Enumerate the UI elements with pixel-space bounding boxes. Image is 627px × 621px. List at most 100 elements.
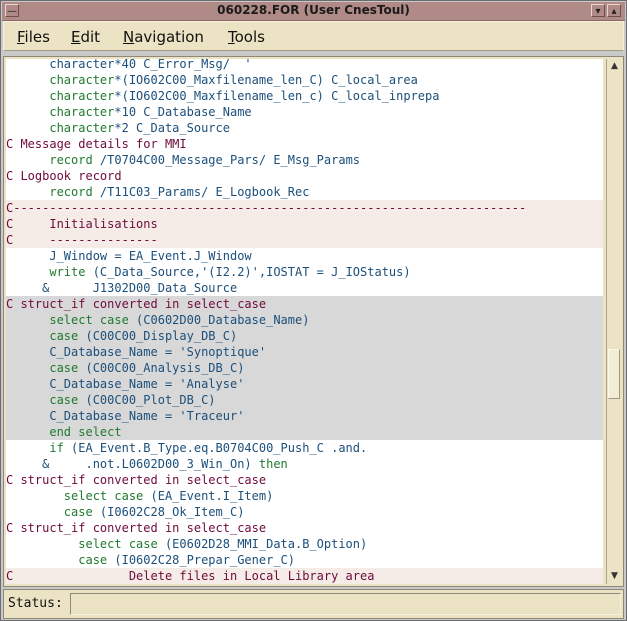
code-line[interactable]: & J1302D00_Data_Source xyxy=(6,280,603,296)
code-keyword: write xyxy=(6,265,86,279)
code-line[interactable]: J_Window = EA_Event.J_Window xyxy=(6,248,603,264)
code-text: C_Database_Name = 'Synoptique' xyxy=(6,345,267,359)
code-line[interactable]: case (C00C00_Display_DB_C) xyxy=(6,328,603,344)
code-keyword: select case xyxy=(6,489,144,503)
code-line[interactable]: case (I0602C28_Ok_Item_C) xyxy=(6,504,603,520)
code-keyword: character xyxy=(6,89,115,103)
code-keyword: record xyxy=(6,185,93,199)
code-line[interactable]: C Initialisations xyxy=(6,216,603,232)
menu-edit[interactable]: Edit xyxy=(71,28,100,46)
code-line[interactable]: case (C00C00_Analysis_DB_C) xyxy=(6,360,603,376)
code-keyword: case xyxy=(6,553,108,567)
code-keyword: if xyxy=(6,441,64,455)
code-text: /T11C03_Params/ E_Logbook_Rec xyxy=(92,185,310,199)
code-text: /T0704C00_Message_Pars/ E_Msg_Params xyxy=(92,153,361,167)
code-text: (C_Data_Source,'(I2.2)',IOSTAT = J_IOSta… xyxy=(85,265,411,279)
code-text: (EA_Event.B_Type.eq.B0704C00_Push_C .and… xyxy=(63,441,368,455)
code-line[interactable]: character*2 C_Data_Source xyxy=(6,120,603,136)
code-line[interactable]: case (I0602C28_Prepar_Gener_C) xyxy=(6,552,603,568)
code-line[interactable]: character*(IO602C00_Maxfilename_len_C) C… xyxy=(6,72,603,88)
code-line[interactable]: case (C00C00_Plot_DB_C) xyxy=(6,392,603,408)
code-line[interactable]: & .not.L0602D00_3_Win_On) then xyxy=(6,456,603,472)
code-keyword: character xyxy=(6,105,115,119)
code-text: character*40 C_Error_Msg/ ' xyxy=(6,59,252,71)
code-text: C_Database_Name = 'Traceur' xyxy=(6,409,245,423)
code-editor[interactable]: character*40 C_Error_Msg/ ' character*(I… xyxy=(6,59,603,584)
code-text: (I0602C28_Ok_Item_C) xyxy=(92,505,245,519)
menu-files[interactable]: Files xyxy=(17,28,50,46)
vertical-scrollbar[interactable]: ▲ ▼ xyxy=(606,59,622,584)
menu-tools[interactable]: Tools xyxy=(228,28,265,46)
code-keyword: end select xyxy=(6,425,122,439)
code-comment: C struct_if converted in select_case xyxy=(6,473,267,487)
title-bar[interactable]: — 060228.FOR (User CnesToul) ▾ ▴ xyxy=(2,2,625,21)
menu-bar: Files Edit Navigation Tools xyxy=(3,21,624,51)
scrollbar-thumb[interactable] xyxy=(608,349,620,399)
code-line[interactable]: C Message details for MMI xyxy=(6,136,603,152)
code-keyword: select case xyxy=(6,313,129,327)
code-line[interactable]: C_Database_Name = 'Synoptique' xyxy=(6,344,603,360)
status-label: Status: xyxy=(8,596,63,611)
code-line[interactable]: C---------------------------------------… xyxy=(6,200,603,216)
status-field[interactable] xyxy=(70,593,621,615)
code-text: J_Window = EA_Event.J_Window xyxy=(6,249,252,263)
minimize-icon[interactable]: ▾ xyxy=(591,4,605,17)
code-line[interactable]: character*40 C_Error_Msg/ ' xyxy=(6,59,603,72)
code-text: *2 C_Data_Source xyxy=(114,121,230,135)
scroll-down-icon[interactable]: ▼ xyxy=(608,570,621,583)
code-line[interactable]: record /T11C03_Params/ E_Logbook_Rec xyxy=(6,184,603,200)
code-text: (C00C00_Plot_DB_C) xyxy=(78,393,216,407)
code-line[interactable]: select case (E0602D28_MMI_Data.B_Option) xyxy=(6,536,603,552)
code-line[interactable]: record /T0704C00_Message_Pars/ E_Msg_Par… xyxy=(6,152,603,168)
code-comment: C struct_if converted in select_case xyxy=(6,521,267,535)
code-keyword: record xyxy=(6,153,93,167)
code-keyword: then xyxy=(258,457,288,471)
code-line[interactable]: C_Database_Name = 'Traceur' xyxy=(6,408,603,424)
editor-frame: character*40 C_Error_Msg/ ' character*(I… xyxy=(3,56,624,587)
code-comment: C Logbook record xyxy=(6,169,122,183)
status-bar: Status: xyxy=(3,589,624,619)
code-line[interactable]: C Logbook record xyxy=(6,168,603,184)
scroll-up-icon[interactable]: ▲ xyxy=(608,60,621,73)
code-keyword: case xyxy=(6,361,79,375)
application-window: — 060228.FOR (User CnesToul) ▾ ▴ Files E… xyxy=(0,0,627,621)
code-line[interactable]: character*10 C_Database_Name xyxy=(6,104,603,120)
code-line[interactable]: character*(IO602C00_Maxfilename_len_c) C… xyxy=(6,88,603,104)
code-line[interactable]: select case (EA_Event.I_Item) xyxy=(6,488,603,504)
code-comment: C Initialisations xyxy=(6,217,158,231)
code-line[interactable]: C struct_if converted in select_case xyxy=(6,520,603,536)
code-text: & J1302D00_Data_Source xyxy=(6,281,238,295)
code-keyword: case xyxy=(6,505,93,519)
code-comment: C Message details for MMI xyxy=(6,137,187,151)
code-text: (I0602C28_Prepar_Gener_C) xyxy=(107,553,295,567)
code-line[interactable]: C Delete files in Local Library area xyxy=(6,568,603,584)
code-comment: C---------------------------------------… xyxy=(6,201,527,215)
code-text: *10 C_Database_Name xyxy=(114,105,252,119)
code-text: C_Database_Name = 'Analyse' xyxy=(6,377,245,391)
code-comment: C struct_if converted in select_case xyxy=(6,297,267,311)
code-line[interactable]: C struct_if converted in select_case xyxy=(6,472,603,488)
menu-navigation[interactable]: Navigation xyxy=(123,28,204,46)
code-text: *(IO602C00_Maxfilename_len_c) C_local_in… xyxy=(114,89,440,103)
code-keyword: case xyxy=(6,393,79,407)
code-text: (E0602D28_MMI_Data.B_Option) xyxy=(157,537,368,551)
code-line[interactable]: C_Database_Name = 'Analyse' xyxy=(6,376,603,392)
maximize-icon[interactable]: ▴ xyxy=(607,4,621,17)
code-comment: C Delete files in Local Library area xyxy=(6,569,375,583)
code-keyword: select case xyxy=(6,537,158,551)
code-line[interactable]: write (C_Data_Source,'(I2.2)',IOSTAT = J… xyxy=(6,264,603,280)
window-title: 060228.FOR (User CnesToul) xyxy=(217,3,410,17)
code-line[interactable]: C --------------- xyxy=(6,232,603,248)
code-keyword: character xyxy=(6,121,115,135)
code-line[interactable]: C struct_if converted in select_case xyxy=(6,296,603,312)
code-line[interactable]: select case (C0602D00_Database_Name) xyxy=(6,312,603,328)
code-text: (C00C00_Display_DB_C) xyxy=(78,329,238,343)
code-line[interactable]: end select xyxy=(6,424,603,440)
code-text: *(IO602C00_Maxfilename_len_C) C_local_ar… xyxy=(114,73,418,87)
code-keyword: case xyxy=(6,329,79,343)
code-text: & .not.L0602D00_3_Win_On) xyxy=(6,457,259,471)
code-line[interactable]: if (EA_Event.B_Type.eq.B0704C00_Push_C .… xyxy=(6,440,603,456)
code-text: (C0602D00_Database_Name) xyxy=(128,313,310,327)
code-comment: C --------------- xyxy=(6,233,158,247)
code-keyword: character xyxy=(6,73,115,87)
